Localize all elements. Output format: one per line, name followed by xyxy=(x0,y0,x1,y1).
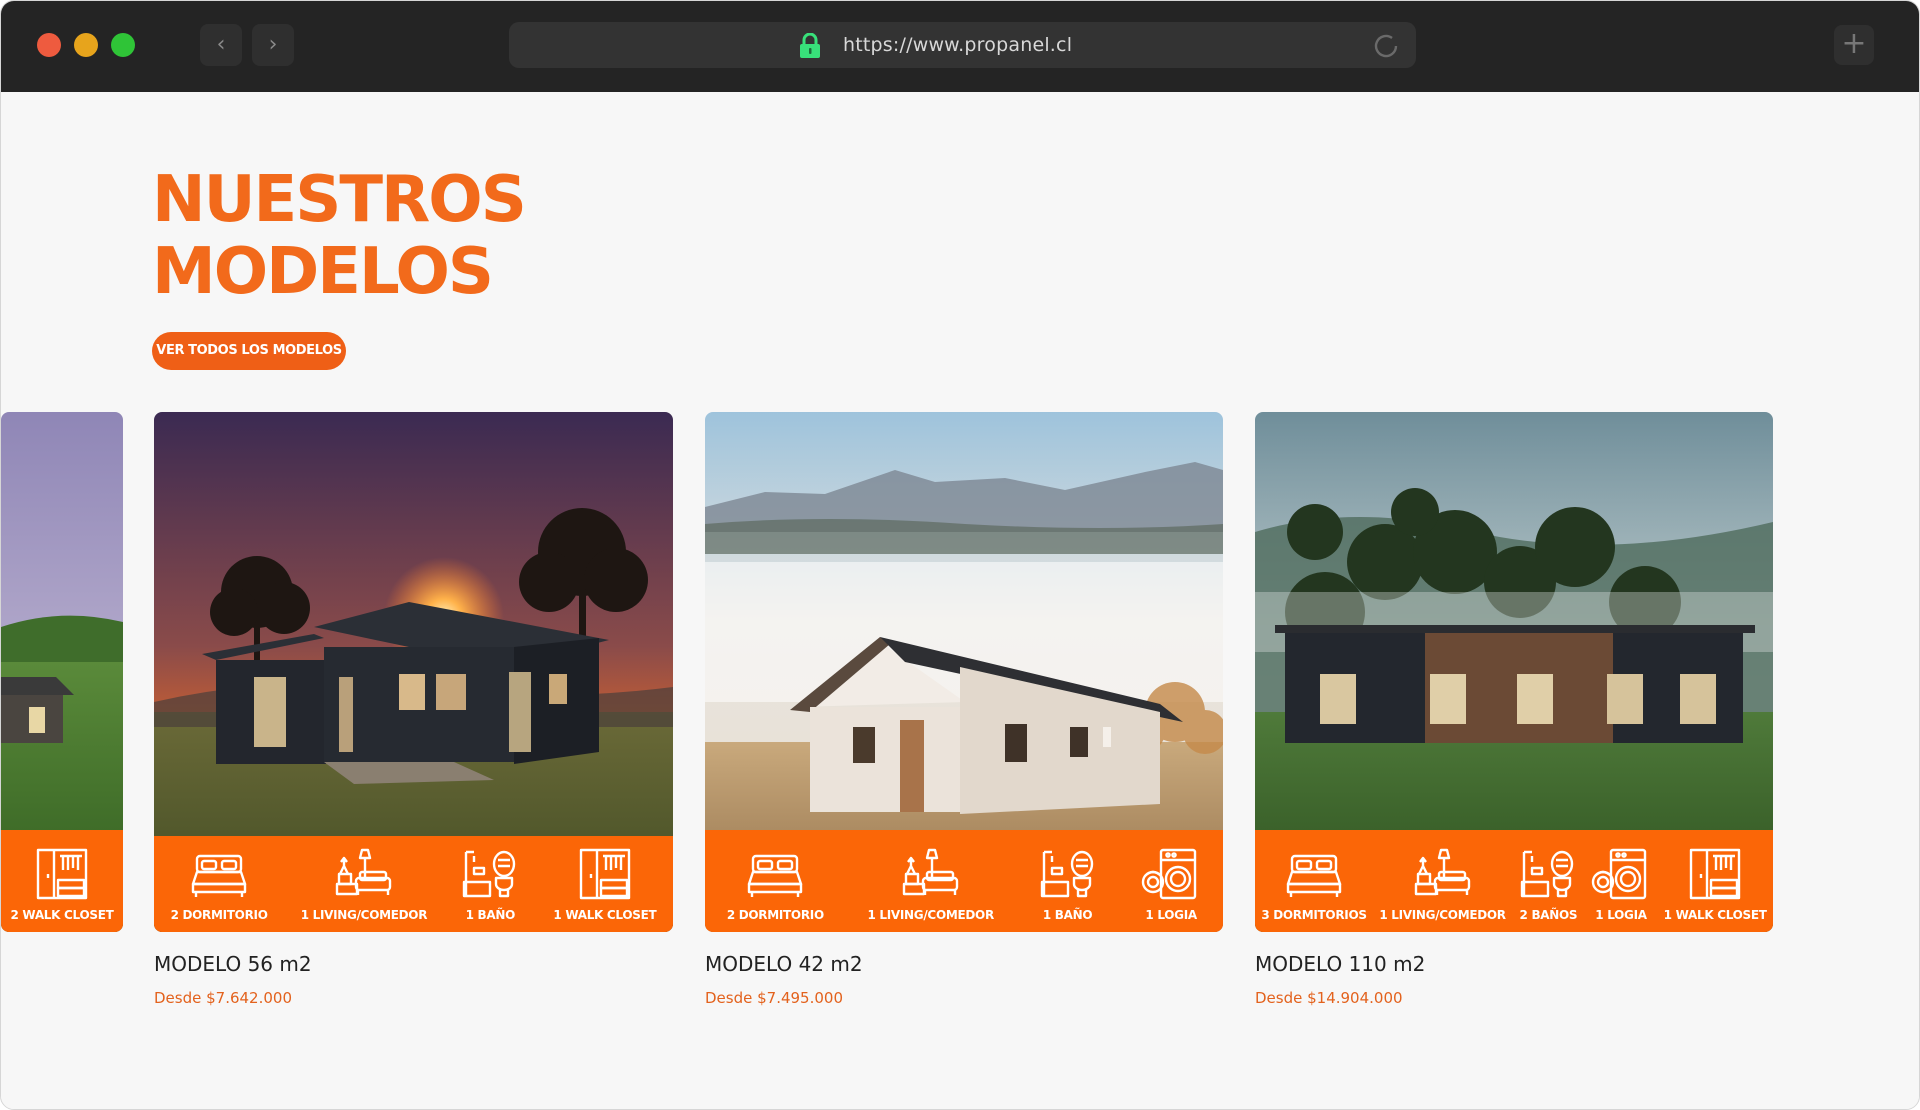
feature-label: 1 LIVING/COMEDOR xyxy=(867,908,994,922)
section-title-line2: MODELOS xyxy=(152,235,494,309)
feature-label: 2 DORMITORIO xyxy=(726,908,824,922)
forward-button[interactable]: › xyxy=(252,24,294,66)
card-title[interactable]: MODELO 110 m2 xyxy=(1255,952,1425,976)
bathroom-icon xyxy=(1038,848,1098,900)
closet-icon xyxy=(32,848,92,900)
feature-label: 3 DORMITORIOS xyxy=(1261,908,1367,922)
feature-bathroom: 1 BAÑO xyxy=(460,848,520,932)
sofa-lamp-icon xyxy=(901,848,961,900)
bed-icon xyxy=(1284,848,1344,900)
address-bar[interactable]: https://www.propanel.cl xyxy=(509,22,1416,68)
model-card-110[interactable]: 3 DORMITORIOS 1 LIVING/COMEDOR 2 BAÑOS 1… xyxy=(1255,412,1773,932)
feature-label: 1 LIVING/COMEDOR xyxy=(300,908,428,922)
plus-icon: + xyxy=(1841,26,1867,61)
feature-label: 1 LIVING/COMEDOR xyxy=(1379,908,1506,922)
minimize-window-button[interactable] xyxy=(74,33,98,57)
chevron-right-icon: › xyxy=(268,32,278,57)
feature-bedroom: 3 DORMITORIOS xyxy=(1261,848,1367,932)
card-price: Desde $14.904.000 xyxy=(1255,989,1403,1007)
page-content: NUESTROS MODELOS VER TODOS LOS MODELOS 2… xyxy=(1,92,1919,1109)
close-window-button[interactable] xyxy=(37,33,61,57)
feature-label: 1 LOGIA xyxy=(1145,908,1197,922)
feature-bar: 2 WALK CLOSET xyxy=(1,830,123,932)
reload-icon[interactable] xyxy=(1372,32,1400,60)
feature-bedroom: 2 DORMITORIO xyxy=(171,848,268,932)
feature-label: 2 BAÑOS xyxy=(1519,908,1578,922)
feature-label: 1 WALK CLOSET xyxy=(1663,908,1767,922)
browser-window: ‹ › https://www.propanel.cl + NUESTROS M… xyxy=(0,0,1920,1110)
feature-label: 1 BAÑO xyxy=(1042,908,1093,922)
washing-machine-icon xyxy=(1591,848,1651,900)
model-card-42[interactable]: 2 DORMITORIO 1 LIVING/COMEDOR 1 BAÑO 1 L… xyxy=(705,412,1223,932)
new-tab-button[interactable]: + xyxy=(1834,25,1874,65)
feature-living: 1 LIVING/COMEDOR xyxy=(867,848,994,932)
feature-bar: 3 DORMITORIOS 1 LIVING/COMEDOR 2 BAÑOS 1… xyxy=(1255,830,1773,932)
feature-label: 1 BAÑO xyxy=(465,908,516,922)
browser-toolbar: ‹ › https://www.propanel.cl + xyxy=(1,1,1919,92)
feature-label: 1 LOGIA xyxy=(1595,908,1647,922)
url-text[interactable]: https://www.propanel.cl xyxy=(843,34,1072,56)
card-price: Desde $7.495.000 xyxy=(705,989,843,1007)
sofa-lamp-icon xyxy=(334,848,394,900)
feature-walk-closet: 1 WALK CLOSET xyxy=(553,848,657,932)
closet-icon xyxy=(1685,848,1745,900)
feature-bar: 2 DORMITORIO 1 LIVING/COMEDOR 1 BAÑO 1 L… xyxy=(705,830,1223,932)
card-title[interactable]: MODELO 56 m2 xyxy=(154,952,312,976)
card-price: Desde $7.642.000 xyxy=(154,989,292,1007)
section-title-line1: NUESTROS xyxy=(152,163,527,237)
feature-walk-closet: 2 WALK CLOSET xyxy=(11,848,114,932)
feature-bedroom: 2 DORMITORIO xyxy=(727,848,824,932)
feature-living: 1 LIVING/COMEDOR xyxy=(1379,848,1506,932)
model-card-56[interactable]: 2 DORMITORIO 1 LIVING/COMEDOR 1 BAÑO 1 W… xyxy=(154,412,673,932)
partial-model-card[interactable]: 2 WALK CLOSET xyxy=(1,412,123,932)
feature-laundry: 1 LOGIA xyxy=(1141,848,1201,932)
closet-icon xyxy=(575,848,635,900)
chevron-left-icon: ‹ xyxy=(216,32,226,57)
lock-icon xyxy=(800,33,820,58)
card-title[interactable]: MODELO 42 m2 xyxy=(705,952,863,976)
feature-label: 2 WALK CLOSET xyxy=(10,908,114,922)
washing-machine-icon xyxy=(1141,848,1201,900)
feature-walk-closet: 1 WALK CLOSET xyxy=(1664,848,1767,932)
feature-bathroom: 1 BAÑO xyxy=(1038,848,1098,932)
bed-icon xyxy=(745,848,805,900)
maximize-window-button[interactable] xyxy=(111,33,135,57)
feature-living: 1 LIVING/COMEDOR xyxy=(301,848,427,932)
view-all-models-button[interactable]: VER TODOS LOS MODELOS xyxy=(152,332,346,370)
feature-label: 1 WALK CLOSET xyxy=(553,908,657,922)
bathroom-icon xyxy=(1518,848,1578,900)
sofa-lamp-icon xyxy=(1413,848,1473,900)
bathroom-icon xyxy=(460,848,520,900)
bed-icon xyxy=(189,848,249,900)
feature-bar: 2 DORMITORIO 1 LIVING/COMEDOR 1 BAÑO 1 W… xyxy=(154,836,673,932)
back-button[interactable]: ‹ xyxy=(200,24,242,66)
section-title: NUESTROS MODELOS xyxy=(152,163,527,309)
feature-bathroom: 2 BAÑOS xyxy=(1518,848,1578,932)
feature-label: 2 DORMITORIO xyxy=(170,908,268,922)
feature-laundry: 1 LOGIA xyxy=(1591,848,1651,932)
